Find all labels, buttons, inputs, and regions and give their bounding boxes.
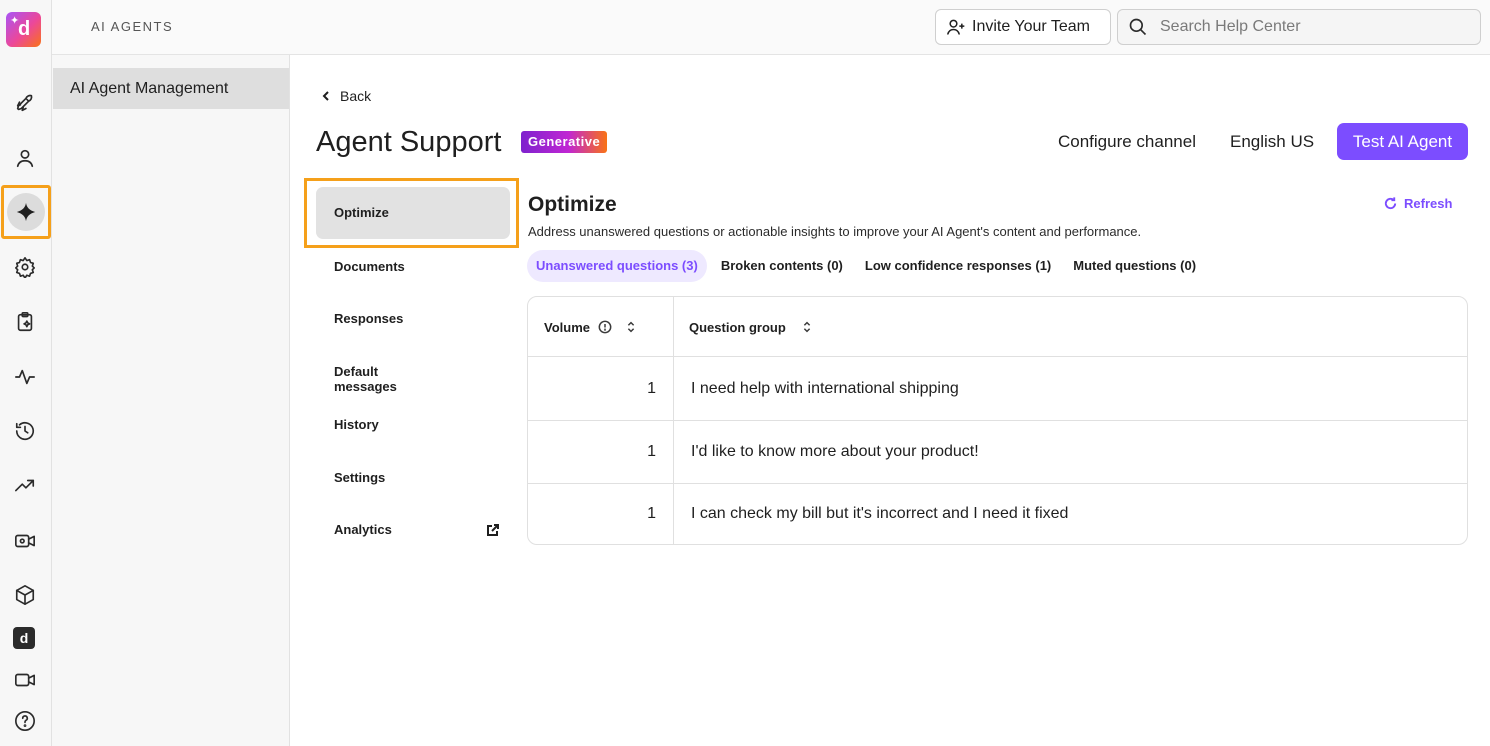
refresh-label: Refresh — [1404, 196, 1453, 211]
tab-unanswered-questions[interactable]: Unanswered questions (3) — [527, 250, 707, 282]
language-selector[interactable]: English US — [1230, 132, 1314, 152]
gear-icon[interactable] — [6, 248, 44, 286]
question-cell: I can check my bill but it's incorrect a… — [691, 505, 1069, 522]
subnav-item-documents[interactable]: Documents — [334, 259, 405, 274]
table-header: Volume Question group — [528, 297, 1467, 357]
questions-table: Volume Question group 1 I need help with… — [527, 296, 1468, 545]
volume-cell: 1 — [647, 443, 656, 460]
column-label-question-group: Question group — [689, 319, 786, 335]
search-box[interactable] — [1117, 9, 1481, 45]
trending-up-icon[interactable] — [6, 467, 44, 505]
sort-icon[interactable] — [624, 320, 638, 334]
subnav-item-analytics[interactable]: Analytics — [334, 522, 392, 537]
d-app-icon[interactable]: d — [13, 627, 35, 649]
configure-channel-button[interactable]: Configure channel — [1058, 132, 1196, 152]
test-ai-agent-button[interactable]: Test AI Agent — [1337, 123, 1468, 160]
sparkle-icon[interactable] — [1, 185, 51, 239]
page-title: Agent Support — [316, 126, 502, 158]
side-panel: AI Agent Management — [52, 55, 290, 746]
optimize-title: Optimize — [528, 193, 617, 216]
refresh-button[interactable]: Refresh — [1383, 196, 1452, 211]
add-user-icon — [946, 19, 965, 35]
column-header-volume[interactable]: Volume — [544, 297, 638, 357]
activity-icon[interactable] — [6, 358, 44, 396]
tab-broken-contents[interactable]: Broken contents (0) — [713, 250, 851, 282]
volume-cell: 1 — [647, 380, 656, 397]
external-link-icon[interactable] — [486, 523, 500, 537]
optimize-tabs: Unanswered questions (3) Broken contents… — [527, 250, 1210, 282]
subnav-item-responses[interactable]: Responses — [334, 311, 403, 326]
subnav-item-settings[interactable]: Settings — [334, 470, 385, 485]
rocket-icon[interactable] — [6, 84, 44, 122]
invite-team-button[interactable]: Invite Your Team — [935, 9, 1111, 45]
column-label-volume: Volume — [544, 319, 590, 335]
sidebar-item-ai-agent-management[interactable]: AI Agent Management — [53, 68, 289, 109]
video-icon[interactable] — [6, 661, 44, 699]
help-icon[interactable] — [6, 702, 44, 740]
generative-badge: Generative — [521, 131, 608, 153]
table-row[interactable]: 1 I can check my bill but it's incorrect… — [528, 483, 1467, 544]
sort-icon[interactable] — [800, 320, 814, 334]
subnav-item-optimize[interactable]: Optimize — [316, 187, 510, 239]
sparkle-icon-active-bg — [7, 193, 45, 231]
search-icon — [1129, 18, 1147, 36]
refresh-icon — [1384, 197, 1397, 210]
cube-icon[interactable] — [6, 576, 44, 614]
question-cell: I'd like to know more about your product… — [691, 443, 979, 460]
question-cell: I need help with international shipping — [691, 380, 959, 397]
subnav-highlight-frame: Optimize — [304, 178, 519, 248]
clipboard-sparkle-icon[interactable] — [6, 303, 44, 341]
chevron-left-icon — [322, 91, 329, 101]
table-row[interactable]: 1 I need help with international shippin… — [528, 358, 1467, 421]
invite-team-label: Invite Your Team — [972, 18, 1091, 35]
tab-low-confidence-responses[interactable]: Low confidence responses (1) — [857, 250, 1059, 282]
column-header-question-group[interactable]: Question group — [689, 297, 814, 357]
video-settings-icon[interactable] — [6, 522, 44, 560]
history-icon[interactable] — [6, 412, 44, 450]
subnav-item-history[interactable]: History — [334, 417, 379, 432]
back-label: Back — [340, 88, 372, 104]
back-link[interactable]: Back — [320, 88, 371, 104]
section-label: AI AGENTS — [91, 19, 174, 34]
search-input[interactable] — [1160, 18, 1460, 36]
icon-rail: ✦ d d — [0, 0, 52, 746]
volume-cell: 1 — [647, 505, 656, 522]
optimize-description: Address unanswered questions or actionab… — [528, 224, 1142, 239]
person-icon[interactable] — [6, 139, 44, 177]
table-row[interactable]: 1 I'd like to know more about your produ… — [528, 421, 1467, 484]
info-icon[interactable] — [598, 320, 612, 334]
subnav-item-default-messages[interactable]: Default messages — [334, 364, 397, 394]
app-logo[interactable]: ✦ d — [6, 12, 41, 47]
tab-muted-questions[interactable]: Muted questions (0) — [1065, 250, 1204, 282]
top-bar: AI AGENTS Invite Your Team — [52, 0, 1490, 55]
